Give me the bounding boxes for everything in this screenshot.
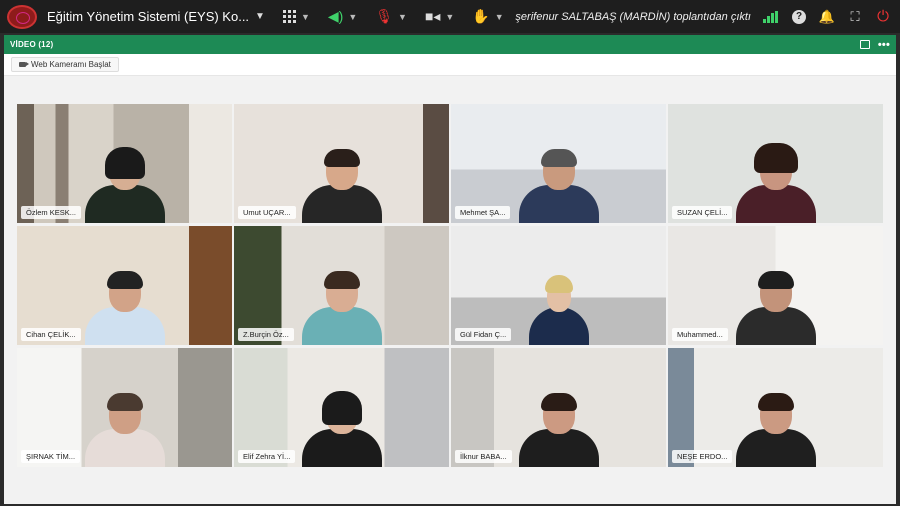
participant-video — [75, 147, 175, 223]
chevron-down-icon: ▼ — [348, 11, 358, 22]
chevron-down-icon: ▼ — [300, 11, 310, 22]
fullscreen-icon[interactable]: ⛶ — [848, 9, 862, 24]
participant-tile[interactable]: Cihan ÇELİK... — [17, 226, 232, 345]
participant-tile[interactable]: ŞIRNAK TİM... — [17, 348, 232, 467]
participant-tile[interactable]: Umut UÇAR... — [234, 104, 449, 223]
start-webcam-button[interactable]: Web Kameramı Başlat — [11, 57, 119, 72]
participant-video — [726, 271, 826, 345]
participant-name: Özlem KESK... — [21, 206, 82, 219]
layout-menu-button[interactable]: ▼ — [282, 10, 310, 23]
camera-icon: ■◂ — [424, 8, 441, 24]
participant-name: Z.Burçin Öz... — [238, 328, 294, 341]
video-panel-title: VİDEO (12) — [10, 40, 54, 49]
participant-tile[interactable]: İlknur BABA... — [451, 348, 666, 467]
camera-button[interactable]: ■◂ ▼ — [425, 8, 454, 25]
hand-icon: ✋ — [472, 8, 490, 24]
participant-tile[interactable]: Z.Burçin Öz... — [234, 226, 449, 345]
chevron-down-icon: ▼ — [494, 11, 504, 22]
top-bar: Eğitim Yönetim Sistemi (EYS) Ko... ▼ ▼ ◀… — [0, 0, 900, 33]
participant-tile[interactable]: NEŞE ERDO... — [668, 348, 883, 467]
participant-name: Mehmet ŞA... — [455, 206, 511, 219]
participant-name: Muhammed... — [672, 328, 728, 341]
video-panel-header: VİDEO (12) ••• — [4, 35, 896, 54]
signal-icon[interactable] — [763, 10, 778, 23]
help-icon[interactable]: ? — [792, 9, 806, 24]
participant-tile[interactable]: Mehmet ŞA... — [451, 104, 666, 223]
participant-name: ŞIRNAK TİM... — [21, 450, 81, 463]
participant-video — [726, 143, 826, 223]
speaker-button[interactable]: ◀) ▼ — [328, 8, 357, 25]
participant-name: NEŞE ERDO... — [672, 450, 733, 463]
raise-hand-button[interactable]: ✋ ▼ — [472, 8, 503, 25]
participant-name: İlknur BABA... — [455, 450, 512, 463]
participant-name: SUZAN ÇELİ... — [672, 206, 733, 219]
start-webcam-label: Web Kameramı Başlat — [31, 60, 111, 69]
speaker-icon: ◀) — [327, 8, 344, 24]
camera-icon — [19, 62, 29, 67]
participant-name: Umut UÇAR... — [238, 206, 296, 219]
power-icon[interactable]: ⏻ — [876, 8, 890, 25]
video-panel: VİDEO (12) ••• Web Kameramı Başlat Özlem… — [4, 35, 896, 504]
mic-off-icon: 🎙 — [375, 8, 394, 24]
chevron-down-icon[interactable]: ▼ — [255, 11, 265, 22]
participant-tile[interactable]: SUZAN ÇELİ... — [668, 104, 883, 223]
participant-video — [509, 149, 609, 223]
chevron-down-icon: ▼ — [398, 11, 407, 22]
video-toolbar: Web Kameramı Başlat — [4, 54, 896, 76]
participant-video — [726, 393, 826, 467]
participant-name: Cihan ÇELİK... — [21, 328, 81, 341]
bell-icon[interactable]: 🔔 — [819, 9, 835, 24]
more-options-icon[interactable]: ••• — [878, 39, 890, 51]
participant-video — [509, 393, 609, 467]
fullscreen-icon[interactable] — [859, 40, 870, 49]
participant-video — [292, 149, 392, 223]
microphone-button[interactable]: 🎙 ▼ — [375, 8, 407, 25]
participant-name: Elif Zehra Yİ... — [238, 450, 296, 463]
participant-name: Gül Fidan Ç... — [455, 328, 512, 341]
participant-tile[interactable]: Özlem KESK... — [17, 104, 232, 223]
participant-video — [292, 391, 392, 467]
participant-video — [509, 275, 609, 345]
app-title[interactable]: Eğitim Yönetim Sistemi (EYS) Ko... — [47, 9, 249, 24]
app-logo — [7, 4, 37, 29]
status-message: şerifenur SALTABAŞ (MARDİN) toplantıdan … — [515, 10, 751, 23]
chevron-down-icon: ▼ — [445, 11, 455, 22]
participant-tile[interactable]: Elif Zehra Yİ... — [234, 348, 449, 467]
participant-video — [75, 393, 175, 467]
grid-icon — [282, 10, 296, 23]
participant-video — [75, 271, 175, 345]
participant-video — [292, 271, 392, 345]
participant-tile[interactable]: Gül Fidan Ç... — [451, 226, 666, 345]
video-grid: Özlem KESK... Umut UÇAR... Mehmet ŞA... — [4, 76, 896, 504]
participant-tile[interactable]: Muhammed... — [668, 226, 883, 345]
